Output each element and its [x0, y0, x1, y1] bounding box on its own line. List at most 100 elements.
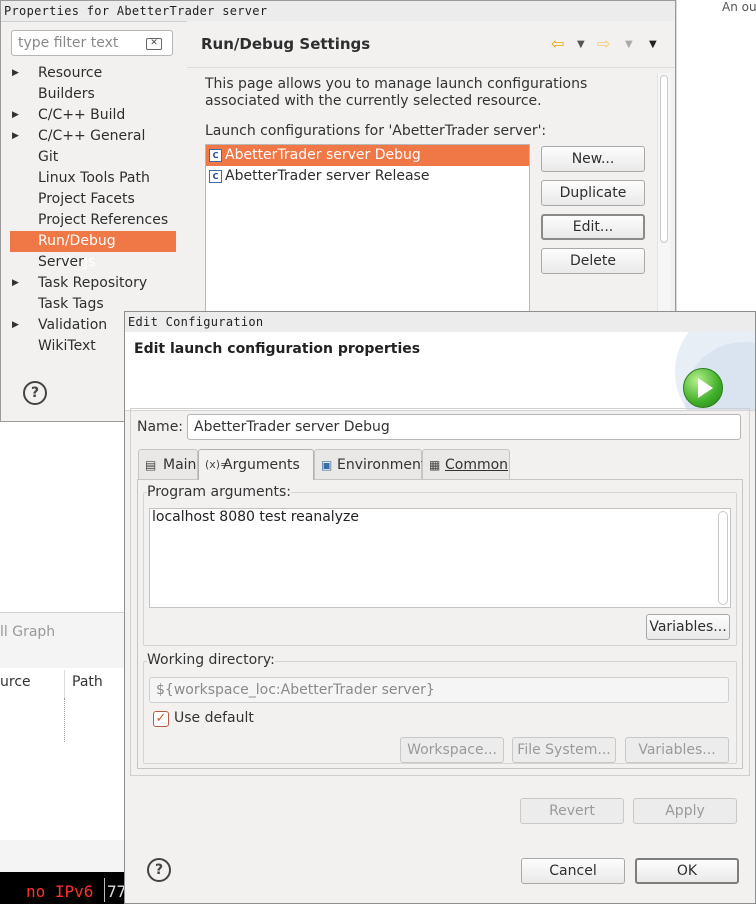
expand-arrow-icon[interactable]: ▶: [12, 126, 19, 147]
status-ipv6: no IPv6: [26, 882, 94, 901]
expand-arrow-icon[interactable]: ▶: [12, 273, 19, 294]
expand-arrow-icon[interactable]: ▶: [12, 63, 19, 84]
column-dotted-line: [64, 698, 65, 742]
edit-title-bar[interactable]: Edit Configuration: [125, 312, 755, 333]
tree-item[interactable]: Server: [1, 252, 187, 273]
launch-config-label: AbetterTrader server Debug: [225, 147, 421, 163]
edit-header-banner: Edit launch configuration properties: [125, 332, 755, 411]
environment-icon: ▣: [321, 458, 333, 472]
arguments-scrollbar[interactable]: [718, 511, 728, 605]
background-panel: [676, 0, 756, 320]
tree-item-label: Builders: [38, 86, 95, 102]
workspace-button[interactable]: Workspace...: [400, 737, 504, 763]
launch-config-list[interactable]: C AbetterTrader server Debug C AbetterTr…: [205, 144, 530, 334]
revert-button[interactable]: Revert: [520, 798, 624, 824]
tree-item-label: Task Tags: [38, 296, 104, 312]
filter-input[interactable]: type filter text ✕: [11, 30, 173, 56]
column-header-source[interactable]: urce: [0, 674, 31, 690]
tree-item[interactable]: ▶ C/C++ General: [1, 126, 187, 147]
page-title: Run/Debug Settings: [201, 35, 371, 53]
forward-arrow-icon[interactable]: ⇨: [597, 34, 610, 53]
column-divider: [64, 670, 65, 698]
tab-main[interactable]: ▤ Main: [138, 449, 198, 479]
launch-config-item-release[interactable]: C AbetterTrader server Release: [206, 166, 529, 187]
ok-button[interactable]: OK: [635, 858, 739, 884]
view-menu-icon[interactable]: ▼: [649, 39, 657, 50]
launch-config-label: AbetterTrader server Release: [225, 168, 430, 184]
background-text: An ou: [722, 0, 756, 14]
tree-item-label: Project References: [38, 212, 169, 228]
tree-item[interactable]: Project Facets: [1, 189, 187, 210]
page-header: Run/Debug Settings ⇦ ▼ ⇨ ▼ ▼: [187, 21, 675, 68]
page-scrollbar[interactable]: [657, 73, 670, 323]
edit-header-title: Edit launch configuration properties: [134, 341, 421, 357]
clear-icon[interactable]: ✕: [146, 38, 162, 50]
edit-configuration-dialog: Edit Configuration Edit launch configura…: [124, 311, 756, 904]
background-tab-call-graph[interactable]: ll Graph: [0, 624, 55, 640]
expand-arrow-icon[interactable]: ▶: [12, 315, 19, 336]
tree-item-label: Linux Tools Path: [38, 170, 150, 186]
apply-button[interactable]: Apply: [633, 798, 737, 824]
variables-button[interactable]: Variables...: [646, 614, 730, 640]
edit-button[interactable]: Edit...: [541, 214, 645, 240]
tree-item[interactable]: Project References: [1, 210, 187, 231]
working-directory-label: Working directory:: [147, 652, 275, 668]
tree-item-label: Git: [38, 149, 59, 165]
variables-working-dir-button[interactable]: Variables...: [625, 737, 729, 763]
tree-item-label: Resource: [38, 65, 103, 81]
status-separator: [104, 878, 105, 902]
expand-arrow-icon[interactable]: ▶: [12, 105, 19, 126]
tree-item-label: C/C++ General: [38, 128, 146, 144]
launch-configs-label: Launch configurations for 'AbetterTrader…: [205, 123, 547, 139]
help-icon[interactable]: ?: [23, 381, 47, 405]
help-icon[interactable]: ?: [147, 858, 171, 882]
scrollbar-thumb[interactable]: [660, 75, 668, 243]
properties-title-bar[interactable]: Properties for AbetterTrader server: [1, 1, 675, 22]
program-arguments-text: localhost 8080 test reanalyze: [152, 509, 359, 525]
c-launch-icon: C: [209, 149, 222, 162]
c-launch-icon: C: [209, 170, 222, 183]
tree-item-label: Task Repository: [38, 275, 148, 291]
name-input[interactable]: AbetterTrader server Debug: [187, 414, 741, 440]
background-table-body: [0, 698, 126, 840]
back-dropdown-icon[interactable]: ▼: [577, 39, 585, 50]
use-default-label: Use default: [174, 710, 254, 726]
launch-config-item-debug[interactable]: C AbetterTrader server Debug: [206, 145, 529, 166]
page-body: This page allows you to manage launch co…: [187, 68, 657, 334]
column-header-path[interactable]: Path: [72, 674, 103, 690]
tree-item-label: WikiText: [38, 338, 96, 354]
tree-item-label: Validation: [38, 317, 108, 333]
tree-item[interactable]: ▶ Resource: [1, 63, 187, 84]
tab-label: Arguments: [223, 457, 300, 473]
back-arrow-icon[interactable]: ⇦: [551, 34, 564, 53]
file-system-button[interactable]: File System...: [512, 737, 616, 763]
cancel-button[interactable]: Cancel: [521, 858, 625, 884]
use-default-checkbox[interactable]: ✓: [153, 711, 169, 727]
tree-item[interactable]: ▶ C/C++ Build: [1, 105, 187, 126]
name-label: Name:: [137, 419, 184, 435]
filter-placeholder: type filter text: [18, 35, 119, 51]
tab-common[interactable]: ▦ Common: [422, 449, 510, 479]
tree-item-label: Project Facets: [38, 191, 135, 207]
run-play-icon: [683, 368, 723, 408]
tree-item[interactable]: Git: [1, 147, 187, 168]
tab-label: Main: [163, 457, 197, 473]
tree-item[interactable]: ▶ Task Repository: [1, 273, 187, 294]
document-icon: ▤: [145, 458, 157, 472]
tree-item-label: C/C++ Build: [38, 107, 126, 123]
tree-item[interactable]: Builders: [1, 84, 187, 105]
tree-item[interactable]: Linux Tools Path: [1, 168, 187, 189]
tree-item[interactable]: Run/Debug Settings: [10, 231, 176, 270]
new-button[interactable]: New...: [541, 146, 645, 172]
tree-item-label: Server: [38, 254, 84, 270]
tab-environment[interactable]: ▣ Environment: [314, 449, 426, 479]
duplicate-button[interactable]: Duplicate: [541, 180, 645, 206]
program-arguments-input[interactable]: localhost 8080 test reanalyze: [149, 508, 731, 608]
tab-label: Environment: [337, 457, 427, 473]
working-directory-input[interactable]: ${workspace_loc:AbetterTrader server}: [149, 677, 729, 703]
tab-arguments[interactable]: (x)= Arguments: [198, 449, 314, 480]
common-icon: ▦: [429, 458, 441, 472]
program-arguments-label: Program arguments:: [147, 484, 291, 500]
delete-button[interactable]: Delete: [541, 248, 645, 274]
forward-dropdown-icon[interactable]: ▼: [625, 39, 633, 50]
